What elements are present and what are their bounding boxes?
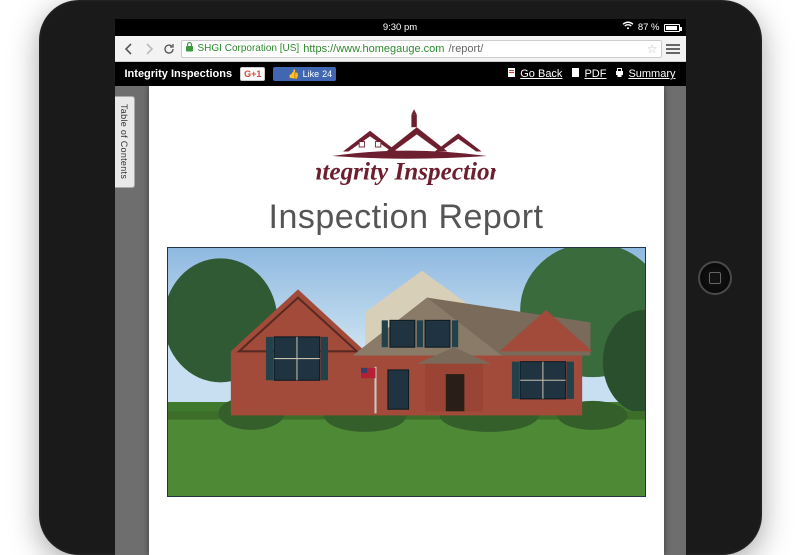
google-plus-button[interactable]: G+1 xyxy=(240,67,265,81)
reload-button[interactable] xyxy=(161,41,177,57)
pdf-icon xyxy=(570,67,581,81)
thumb-up-icon: 👍 xyxy=(288,69,299,80)
report-brand: Integrity Inspections xyxy=(125,68,233,80)
address-bar[interactable]: SHGI Corporation [US] https://www.homega… xyxy=(181,40,662,58)
pdf-label: PDF xyxy=(584,68,606,80)
like-label: Like xyxy=(303,69,320,79)
company-logo: Integrity Inspections xyxy=(316,102,496,192)
forward-button[interactable] xyxy=(141,41,157,57)
url-host: https://www.homegauge.com xyxy=(303,43,444,55)
summary-link[interactable]: Summary xyxy=(614,67,675,81)
lock-icon xyxy=(185,42,194,55)
print-icon xyxy=(614,67,625,81)
like-count: 24 xyxy=(322,69,332,79)
table-of-contents-tab[interactable]: Table of Contents xyxy=(115,96,135,188)
logo-text: Integrity Inspections xyxy=(316,158,496,185)
tablet-frame: 9:30 pm 87 % xyxy=(39,0,762,555)
report-toolbar: Integrity Inspections G+1 👍 Like 24 Go B… xyxy=(115,62,686,86)
browser-menu-button[interactable] xyxy=(666,42,680,56)
battery-icon xyxy=(664,24,680,32)
back-button[interactable] xyxy=(121,41,137,57)
facebook-like-button[interactable]: 👍 Like 24 xyxy=(273,67,336,81)
pdf-link[interactable]: PDF xyxy=(570,67,606,81)
wifi-icon xyxy=(622,19,634,36)
battery-percent: 87 % xyxy=(638,19,660,36)
document-icon xyxy=(506,67,517,81)
ssl-org-label: SHGI Corporation [US] xyxy=(198,43,300,54)
go-back-link[interactable]: Go Back xyxy=(506,67,562,81)
status-time: 9:30 pm xyxy=(383,19,417,36)
home-button[interactable] xyxy=(698,261,732,295)
property-photo xyxy=(167,247,646,497)
go-back-label: Go Back xyxy=(520,68,562,80)
report-viewport: Table of Contents xyxy=(115,86,686,555)
report-page: Integrity Inspections Inspection Report xyxy=(149,86,664,555)
ios-status-bar: 9:30 pm 87 % xyxy=(115,19,686,36)
url-path: /report/ xyxy=(448,43,483,55)
bookmark-star-icon[interactable]: ☆ xyxy=(647,42,658,56)
screen: 9:30 pm 87 % xyxy=(115,19,686,555)
page-title: Inspection Report xyxy=(269,198,544,237)
summary-label: Summary xyxy=(628,68,675,80)
browser-toolbar: SHGI Corporation [US] https://www.homega… xyxy=(115,36,686,62)
